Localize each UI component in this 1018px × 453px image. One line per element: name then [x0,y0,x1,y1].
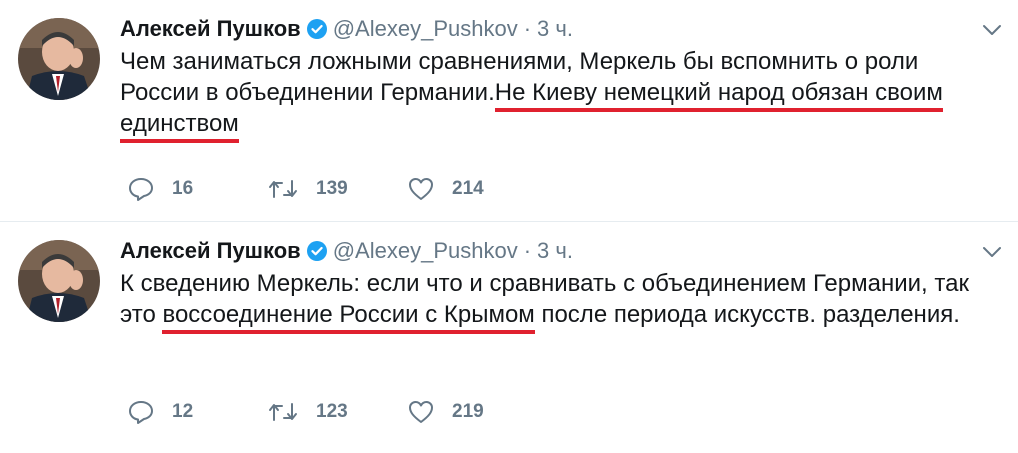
tweet[interactable]: Алексей Пушков @Alexey_Pushkov · 3 ч. Че… [0,0,1018,222]
tweet-actions: 12 123 219 [128,398,548,426]
author-handle[interactable]: @Alexey_Pushkov [333,16,518,42]
tweet-actions: 16 139 214 [128,175,548,203]
reply-count: 16 [172,178,194,199]
retweet-count: 139 [316,178,348,199]
like-button[interactable]: 214 [408,177,548,201]
like-button[interactable]: 219 [408,400,548,424]
separator-dot: · [523,16,532,41]
heart-icon [409,401,433,423]
verified-badge-icon [306,19,327,39]
author-name[interactable]: Алексей Пушков [120,16,301,42]
timestamp[interactable]: 3 ч. [537,238,573,264]
tweet-text: К сведению Меркель: если что и сравниват… [120,268,1000,334]
reply-count: 12 [172,401,194,422]
retweet-count: 123 [316,401,348,422]
reply-button[interactable]: 16 [128,177,268,201]
like-count: 214 [452,178,484,199]
tweet-text-underlined: воссоединение России с Крымом [162,301,535,334]
separator-dot: · [523,238,532,263]
reply-icon [129,178,153,201]
retweet-icon [269,403,297,421]
timestamp[interactable]: 3 ч. [537,16,573,42]
author-handle[interactable]: @Alexey_Pushkov [333,238,518,264]
reply-button[interactable]: 12 [128,400,268,424]
tweet-text: Чем заниматься ложными сравнениями, Мерк… [120,46,1000,143]
retweet-icon [269,180,297,198]
avatar[interactable] [18,18,100,100]
tweet-text-after: после периода искусств. разделения. [534,301,960,328]
retweet-button[interactable]: 123 [268,400,408,424]
author-name[interactable]: Алексей Пушков [120,238,301,264]
avatar[interactable] [18,240,100,322]
reply-icon [129,401,153,424]
retweet-button[interactable]: 139 [268,177,408,201]
heart-icon [409,178,433,200]
verified-badge-icon [306,241,327,261]
tweet[interactable]: Алексей Пушков @Alexey_Pushkov · 3 ч. К … [0,222,1018,453]
chevron-down-icon[interactable] [980,20,1004,40]
chevron-down-icon[interactable] [980,242,1004,262]
like-count: 219 [452,401,484,422]
